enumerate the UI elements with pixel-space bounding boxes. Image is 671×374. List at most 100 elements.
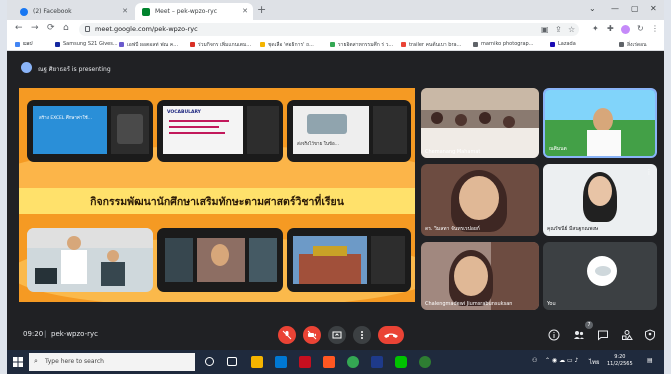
person-body (587, 130, 621, 156)
slide-title: กิจกรรมพัฒนานักศึกษาเสริมทักษะตามศาสตร์ว… (90, 196, 344, 208)
close-window-button[interactable]: ✕ (650, 4, 657, 13)
bookmark-star-icon[interactable]: ☆ (568, 25, 575, 34)
chrome-icon[interactable] (347, 356, 359, 368)
meeting-clock: 09:20 (23, 330, 44, 338)
participant-name: ณศิมนต (549, 146, 567, 152)
app-icon[interactable] (419, 356, 431, 368)
language-indicator[interactable]: ไทย (589, 357, 600, 367)
bookmark-item[interactable]: เอฟบี ผอตอลท่ ฟณ ค... (119, 41, 178, 49)
avatar-image (595, 266, 611, 276)
people-tray-icon[interactable]: ⚇ (532, 357, 537, 364)
presenting-label: ณฐ ศิยาธอร้ is presenting (38, 66, 111, 73)
meeting-details-icon[interactable] (548, 329, 560, 341)
participant-name: Chemanang Mahamat (425, 149, 481, 155)
taskbar-search-box[interactable]: ⌕ Type here to search (29, 353, 195, 371)
slide-caption: VOCABULARY (167, 110, 201, 115)
activities-icon[interactable] (621, 329, 633, 341)
file-explorer-icon[interactable] (251, 356, 263, 368)
participant-tile[interactable]: ⋮ คุณรัชนีย์ มีสนฐกณพงษ (543, 164, 657, 236)
youtube-icon (401, 42, 406, 47)
close-tab-icon[interactable]: ✕ (242, 7, 248, 15)
person-head (455, 114, 467, 126)
bookmark-item[interactable]: ร่วมกิจกร เพิ่มแกนเตม... (190, 41, 251, 49)
home-icon[interactable]: ⌂ (63, 23, 69, 33)
people-icon[interactable] (573, 329, 585, 341)
present-icon (332, 331, 342, 339)
maximize-button[interactable]: ▢ (631, 4, 639, 13)
participant-tile[interactable]: ดร. วิมลทา จันทรเรปอยก์ (421, 164, 539, 236)
close-tab-icon[interactable]: ✕ (122, 7, 128, 15)
participant-tile[interactable]: ณศิมนต (543, 88, 657, 158)
laptop-image (117, 114, 143, 144)
address-bar[interactable]: meet.google.com/pek-wpzo-ryc ▣ ⇪ ☆ (79, 23, 579, 36)
profile-avatar[interactable] (621, 25, 630, 34)
bookmark-icon (330, 42, 335, 47)
slide-photo-product: ส่งจริงไว้ขาย ในข้อ... (287, 100, 411, 162)
shelf-background (491, 242, 539, 310)
tile-more-icon[interactable]: ⋮ (645, 168, 653, 176)
camera-toggle-button[interactable] (303, 326, 321, 344)
minimize-button[interactable]: — (611, 4, 619, 13)
app-icon[interactable] (299, 356, 311, 368)
chat-icon[interactable] (597, 329, 609, 341)
cortana-icon[interactable] (205, 357, 214, 366)
forward-arrow-icon[interactable]: → (31, 23, 39, 33)
microphone-toggle-button[interactable] (278, 326, 296, 344)
mail-icon[interactable] (275, 356, 287, 368)
bookmark-item[interactable]: trailer คนต้นเบา bra... (401, 41, 461, 49)
bookmark-item[interactable]: ແອປ (15, 41, 33, 47)
product-image (307, 114, 347, 134)
windows-start-icon[interactable] (13, 357, 23, 367)
temple-image (299, 254, 361, 284)
slide-photo-excel: สร้าง EXCEL ศึกษาค่าใช้... (27, 100, 153, 162)
tab-label: Meet – pek-wpzo-ryc (155, 8, 217, 15)
line-icon[interactable] (395, 356, 407, 368)
extension-icon[interactable]: ✦ (592, 24, 599, 33)
bookmark-item[interactable]: marniko photograp... (473, 41, 533, 47)
bookmark-item[interactable]: Samsung S21 Gives... (55, 41, 118, 47)
participant-tile[interactable]: Chalengmadewi Jiumsrabunsuksan (421, 242, 539, 310)
meeting-controls-bar: 09:20 | pek-wpzo-ryc 7 (7, 321, 664, 350)
more-options-button[interactable] (353, 326, 371, 344)
puzzle-icon[interactable]: ✚ (607, 24, 614, 33)
tab-search-icon[interactable]: ⌄ (589, 4, 596, 13)
bookmark-item[interactable]: ชุดเลือ 'ศอธิการ' ถ... (260, 41, 314, 49)
reading-list-item[interactable]: สิ่งเร่ดอน (619, 41, 647, 49)
slide-photo-vocabulary: VOCABULARY (157, 100, 283, 162)
premiere-icon[interactable] (371, 356, 383, 368)
text-line (169, 132, 225, 134)
tab-meet[interactable]: Meet – pek-wpzo-ryc ✕ (135, 3, 253, 20)
bookmarks-bar: ແອປ Samsung S21 Gives... เอฟบี ผอตอลท่ ฟ… (7, 39, 664, 51)
host-controls-icon[interactable] (644, 329, 656, 341)
new-tab-button[interactable]: + (257, 3, 266, 16)
task-view-icon[interactable] (227, 357, 237, 366)
taskbar-clock[interactable]: 9:20 11/2/2565 (607, 354, 633, 368)
app-icon[interactable] (323, 356, 335, 368)
update-icon[interactable]: ↻ (637, 24, 644, 33)
address-bar-row: ← → ⟳ ⌂ meet.google.com/pek-wpzo-ryc ▣ ⇪… (7, 20, 664, 39)
back-arrow-icon[interactable]: ← (15, 23, 23, 33)
person-face (593, 108, 613, 132)
person-head (479, 112, 491, 124)
share-icon[interactable]: ⇪ (555, 25, 562, 34)
lock-icon (85, 26, 90, 32)
system-tray-icons[interactable]: ⌃ ◉ ☁ ▭ ♪ (545, 357, 578, 364)
participant-tile[interactable]: Chemanang Mahamat (421, 88, 539, 158)
camera-off-icon (307, 330, 317, 340)
bookmark-item[interactable]: Lazada (550, 41, 576, 47)
tab-facebook[interactable]: (2) Facebook ✕ (13, 3, 133, 20)
camera-permission-icon[interactable]: ▣ (541, 25, 549, 34)
person-face (211, 244, 229, 266)
menu-icon[interactable]: ⋮ (651, 24, 659, 33)
bookmark-item[interactable]: รายอิตสาหกรรมศึก ร่ ว... (330, 41, 393, 49)
reload-icon[interactable]: ⟳ (47, 23, 55, 33)
slide-photo-temple (287, 228, 411, 292)
notifications-icon[interactable]: ▤ (647, 357, 653, 364)
present-screen-button[interactable] (328, 326, 346, 344)
self-tile[interactable]: You (543, 242, 657, 310)
leave-call-button[interactable] (378, 326, 404, 344)
facebook-icon (20, 8, 28, 16)
video-grid-image (373, 106, 407, 154)
reading-list-icon (619, 42, 624, 47)
end-call-icon (384, 333, 398, 338)
